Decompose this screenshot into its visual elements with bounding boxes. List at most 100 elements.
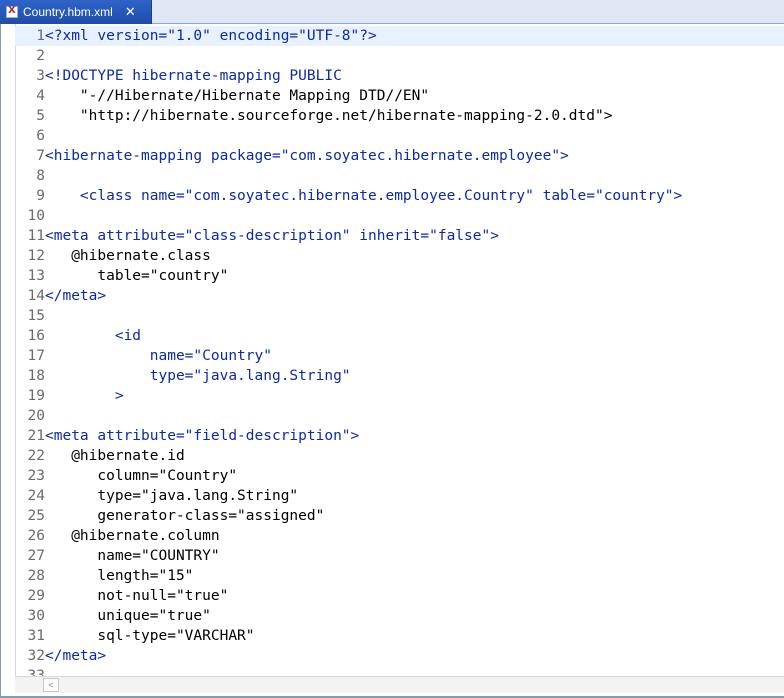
horizontal-scrollbar[interactable]: < (15, 676, 784, 693)
code-text: column="Country" (45, 468, 238, 484)
code-text: table="country" (45, 268, 229, 284)
line-number: 20 (27, 408, 45, 424)
code-line[interactable]: 19 > (15, 386, 784, 406)
code-line[interactable]: 24 type="java.lang.String" (15, 486, 784, 506)
line-number: 19 (27, 388, 45, 404)
code-line[interactable]: 9 <class name="com.soyatec.hibernate.emp… (15, 186, 784, 206)
code-line[interactable]: 12 @hibernate.class (15, 246, 784, 266)
code-text: generator-class="assigned" (45, 508, 325, 524)
line-number: 30 (27, 608, 45, 624)
line-number: 24 (27, 488, 45, 504)
line-number: 6 (36, 128, 45, 144)
code-text: <hibernate-mapping package="com.soyatec.… (45, 148, 569, 164)
line-number: 23 (27, 468, 45, 484)
code-line[interactable]: 11<meta attribute="class-description" in… (15, 226, 784, 246)
line-number: 16 (27, 328, 45, 344)
line-number: 25 (27, 508, 45, 524)
code-text: <meta attribute="field-description"> (45, 428, 360, 444)
code-text: @hibernate.class (45, 248, 211, 264)
code-line[interactable]: 14</meta> (15, 286, 784, 306)
code-text: unique="true" (45, 608, 211, 624)
code-text: "http://hibernate.sourceforge.net/hibern… (45, 108, 613, 124)
code-lines: 1<?xml version="1.0" encoding="UTF-8"?> 2… (15, 26, 784, 686)
line-number: 1 (36, 28, 45, 44)
code-line[interactable]: 4 "-//Hibernate/Hibernate Mapping DTD//E… (15, 86, 784, 106)
line-number: 32 (27, 648, 45, 664)
code-text: </meta> (45, 288, 107, 304)
tab-country-hbm-xml[interactable]: Country.hbm.xml ✕ (0, 0, 152, 24)
code-text: <?xml version="1.0" encoding="UTF-8"?> (45, 28, 377, 44)
line-number: 12 (27, 248, 45, 264)
code-text: not-null="true" (45, 588, 229, 604)
code-line[interactable]: 31 sql-type="VARCHAR" (15, 626, 784, 646)
code-text: length="15" (45, 568, 194, 584)
line-number: 13 (27, 268, 45, 284)
code-line[interactable]: 18 type="java.lang.String" (15, 366, 784, 386)
line-number: 7 (36, 148, 45, 164)
code-line[interactable]: 29 not-null="true" (15, 586, 784, 606)
line-number: 18 (27, 368, 45, 384)
code-line[interactable]: 15 (15, 306, 784, 326)
tab-title: Country.hbm.xml (23, 5, 113, 19)
code-text: type="java.lang.String" (45, 488, 299, 504)
code-text: > (45, 388, 124, 404)
code-text: <meta attribute="class-description" inhe… (45, 228, 499, 244)
code-text: @hibernate.id (45, 448, 185, 464)
close-icon[interactable]: ✕ (125, 5, 136, 20)
code-text: </meta> (45, 648, 107, 664)
line-number: 3 (36, 68, 45, 84)
code-line[interactable]: 20 (15, 406, 784, 426)
line-number: 27 (27, 548, 45, 564)
code-line[interactable]: 27 name="COUNTRY" (15, 546, 784, 566)
scroll-left-arrow-icon[interactable]: < (43, 678, 59, 692)
line-number: 21 (27, 428, 45, 444)
line-number: 31 (27, 628, 45, 644)
code-line[interactable]: 22 @hibernate.id (15, 446, 784, 466)
code-line[interactable]: 2 (15, 46, 784, 66)
code-text: "-//Hibernate/Hibernate Mapping DTD//EN" (45, 88, 430, 104)
line-number: 17 (27, 348, 45, 364)
code-line[interactable]: 25 generator-class="assigned" (15, 506, 784, 526)
line-number: 29 (27, 588, 45, 604)
line-number: 5 (36, 108, 45, 124)
code-line[interactable]: 5 "http://hibernate.sourceforge.net/hibe… (15, 106, 784, 126)
code-line[interactable]: 16 <id (15, 326, 784, 346)
line-number: 4 (36, 88, 45, 104)
overview-ruler (1, 24, 16, 684)
code-line[interactable]: 26 @hibernate.column (15, 526, 784, 546)
line-number: 26 (27, 528, 45, 544)
code-line[interactable]: 32</meta> (15, 646, 784, 666)
line-number: 22 (27, 448, 45, 464)
xml-editor[interactable]: 1<?xml version="1.0" encoding="UTF-8"?> 2… (0, 24, 784, 698)
line-number: 2 (36, 48, 45, 64)
code-line[interactable]: 1<?xml version="1.0" encoding="UTF-8"?> (15, 26, 784, 46)
code-line[interactable]: 21<meta attribute="field-description"> (15, 426, 784, 446)
code-text: <!DOCTYPE hibernate-mapping PUBLIC (45, 68, 342, 84)
line-number: 8 (36, 168, 45, 184)
code-line[interactable]: 8 (15, 166, 784, 186)
code-text: @hibernate.column (45, 528, 220, 544)
editor-tab-bar: Country.hbm.xml ✕ (0, 0, 784, 24)
code-line[interactable]: 30 unique="true" (15, 606, 784, 626)
line-number: 11 (27, 228, 45, 244)
code-text: name="Country" (45, 348, 272, 364)
code-line[interactable]: 17 name="Country" (15, 346, 784, 366)
code-line[interactable]: 3<!DOCTYPE hibernate-mapping PUBLIC (15, 66, 784, 86)
code-line[interactable]: 10 (15, 206, 784, 226)
code-text: <class name="com.soyatec.hibernate.emplo… (45, 188, 683, 204)
code-text: name="COUNTRY" (45, 548, 220, 564)
line-number: 15 (27, 308, 45, 324)
code-text: type="java.lang.String" (45, 368, 351, 384)
code-text: <id (45, 328, 142, 344)
line-number: 28 (27, 568, 45, 584)
code-line[interactable]: 23 column="Country" (15, 466, 784, 486)
line-number: 9 (36, 188, 45, 204)
code-line[interactable]: 13 table="country" (15, 266, 784, 286)
code-line[interactable]: 6 (15, 126, 784, 146)
code-line[interactable]: 28 length="15" (15, 566, 784, 586)
line-number: 10 (27, 208, 45, 224)
code-text: sql-type="VARCHAR" (45, 628, 255, 644)
xml-file-icon (6, 5, 18, 18)
line-number: 14 (27, 288, 45, 304)
code-line[interactable]: 7<hibernate-mapping package="com.soyatec… (15, 146, 784, 166)
